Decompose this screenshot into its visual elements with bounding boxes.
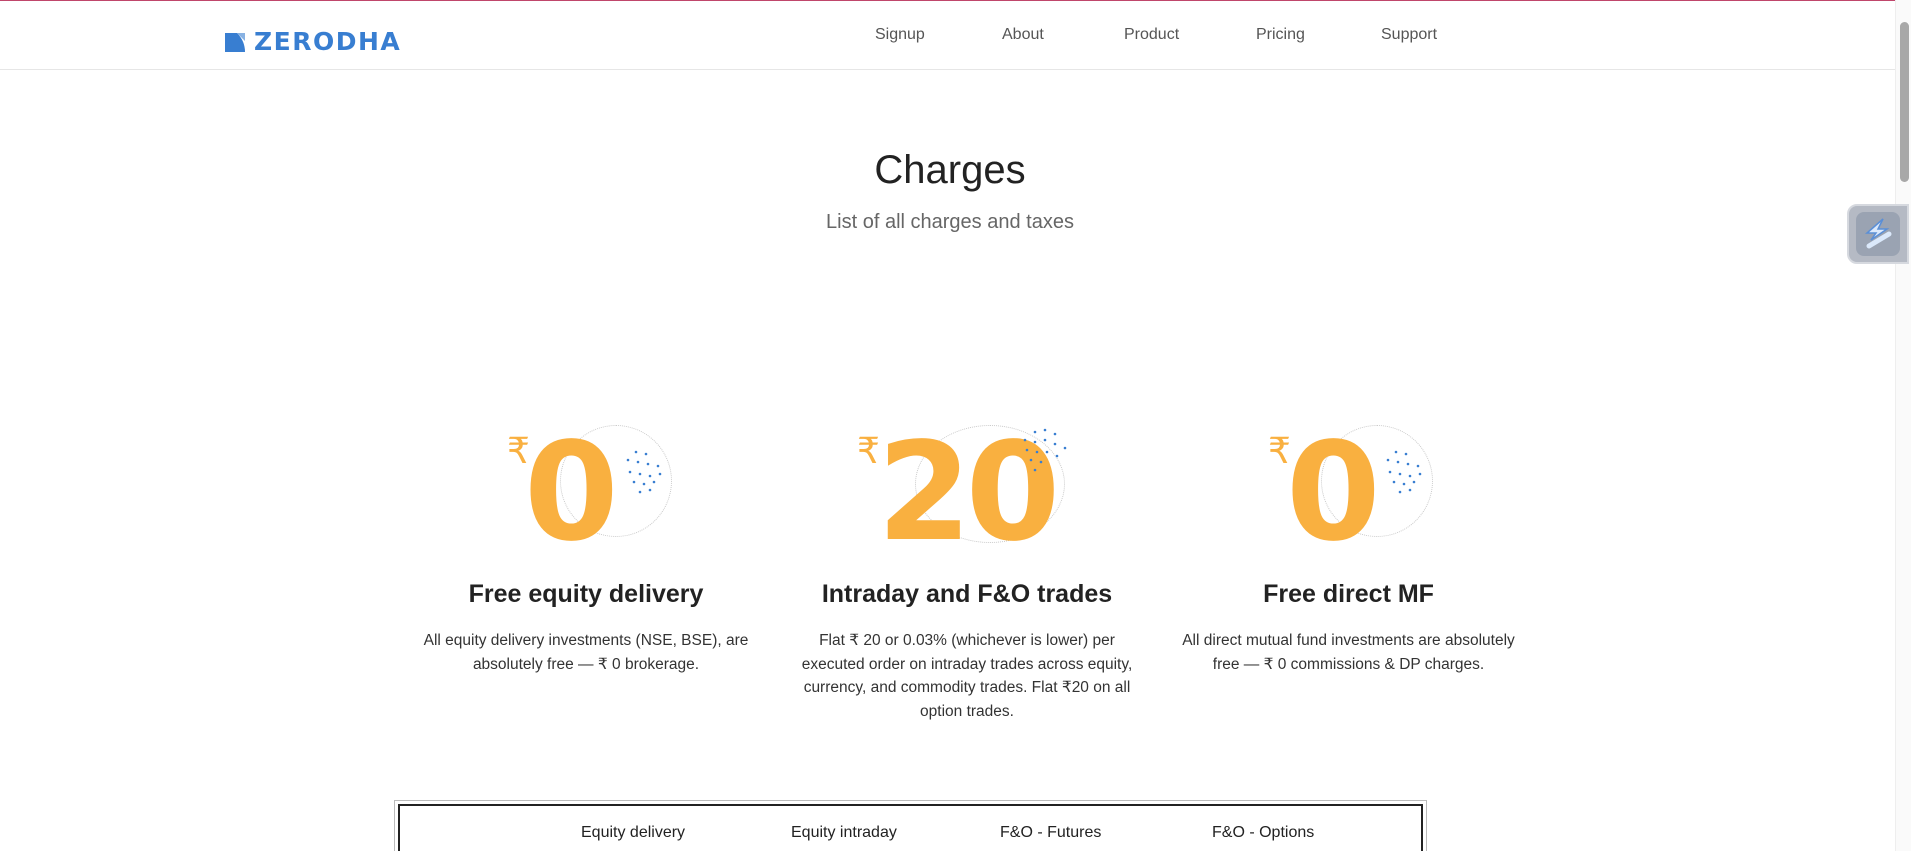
price-amount: 0 bbox=[1286, 414, 1381, 572]
nav-support[interactable]: Support bbox=[1381, 26, 1437, 44]
nav-signup[interactable]: Signup bbox=[875, 26, 925, 44]
card-description: Flat ₹ 20 or 0.03% (whichever is lower) … bbox=[801, 632, 1133, 720]
card-description: All direct mutual fund investments are a… bbox=[1182, 632, 1515, 673]
top-navbar: ZERODHA Signup About Product Pricing Sup… bbox=[0, 1, 1895, 70]
card-description: All equity delivery investments (NSE, BS… bbox=[423, 632, 749, 673]
tab-equity-delivery[interactable]: Equity delivery bbox=[581, 824, 685, 842]
price-figure: ₹ 0 bbox=[420, 425, 752, 561]
main-nav: Signup About Product Pricing Support bbox=[0, 26, 1895, 50]
price-amount: 0 bbox=[524, 414, 619, 572]
scrollbar-thumb[interactable] bbox=[1900, 22, 1909, 182]
pricing-card-direct-mf: ₹ 0 Free direct MF All direct mutual fun… bbox=[1176, 425, 1521, 673]
tab-equity-intraday[interactable]: Equity intraday bbox=[791, 824, 897, 842]
card-title: Intraday and F&O trades bbox=[821, 580, 1113, 608]
charges-tabs: Equity delivery Equity intraday F&O - Fu… bbox=[398, 804, 1423, 851]
price-figure: ₹ 0 bbox=[1176, 425, 1521, 561]
page-title: Charges bbox=[874, 148, 1026, 192]
page-subtitle: List of all charges and taxes bbox=[826, 211, 1074, 233]
pricing-card-equity-delivery: ₹ 0 Free equity delivery All equity deli… bbox=[420, 425, 752, 673]
dots-decoration bbox=[1023, 428, 1067, 472]
tab-fo-futures[interactable]: F&O - Futures bbox=[1000, 824, 1101, 842]
card-title: Free equity delivery bbox=[468, 580, 704, 608]
nav-about[interactable]: About bbox=[1002, 26, 1044, 44]
nav-pricing[interactable]: Pricing bbox=[1256, 26, 1305, 44]
pricing-card-intraday-fo: ₹ 20 Intraday and F&O trades Flat ₹ 20 o… bbox=[797, 425, 1137, 720]
card-title: Free direct MF bbox=[1263, 580, 1434, 608]
tab-fo-options[interactable]: F&O - Options bbox=[1212, 824, 1314, 842]
nav-product[interactable]: Product bbox=[1124, 26, 1179, 44]
dots-decoration bbox=[626, 450, 662, 494]
price-figure: ₹ 20 bbox=[797, 425, 1137, 561]
page-scrollbar[interactable] bbox=[1895, 0, 1911, 851]
charges-tabs-container: Equity delivery Equity intraday F&O - Fu… bbox=[394, 800, 1427, 851]
dots-decoration bbox=[1386, 450, 1422, 494]
